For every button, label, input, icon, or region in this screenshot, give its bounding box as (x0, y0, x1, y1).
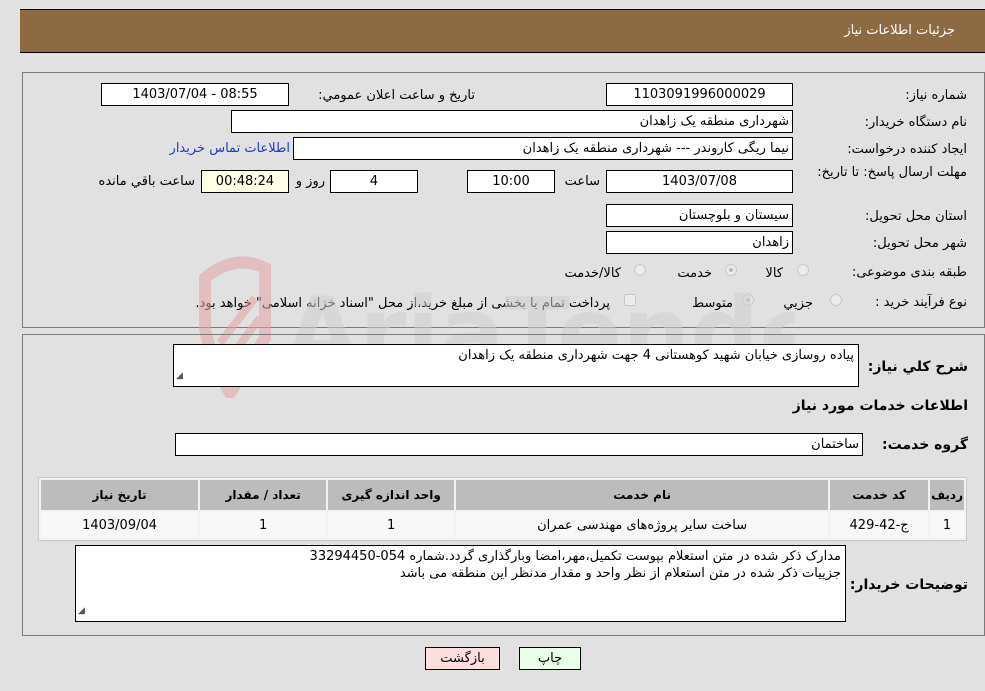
resize-handle-icon[interactable]: ◢ (176, 368, 183, 385)
city-label: شهر محل تحویل: (872, 236, 967, 251)
category-radio-goods-service[interactable] (634, 264, 646, 276)
description-label: شرح کلي نياز: (867, 359, 968, 375)
table-row: 1 ج-42-429 ساخت سایر پروژه‌های مهندسی عم… (41, 512, 964, 538)
category-label: طبقه بندی موضوعی: (851, 265, 967, 280)
services-table: ردیف کد خدمت نام خدمت واحد اندازه گیری ت… (38, 477, 967, 541)
table-header-row: ردیف کد خدمت نام خدمت واحد اندازه گیری ت… (41, 480, 964, 510)
need-number-label: شماره نیاز: (905, 88, 967, 103)
cell-unit: 1 (328, 512, 455, 538)
print-button[interactable]: چاپ (519, 647, 581, 670)
buyer-notes-textarea[interactable]: مدارک ذکر شده در متن استعلام بپوست تکمیل… (75, 545, 846, 622)
category-option-goods: کالا (765, 266, 783, 281)
creator-label: ایجاد کننده درخواست: (847, 142, 967, 157)
buyer-contact-link[interactable]: اطلاعات تماس خریدار (170, 141, 290, 156)
need-number-field: 1103091996000029 (606, 83, 793, 106)
page-header: جزئيات اطلاعات نياز (20, 9, 985, 53)
process-option-minor: جزيي (783, 296, 813, 311)
cell-quantity: 1 (200, 512, 327, 538)
process-label: نوع فرآیند خرید : (875, 295, 967, 310)
back-button[interactable]: بازگشت (425, 647, 500, 670)
service-group-field: ساختمان (175, 433, 863, 456)
cell-service-code: ج-42-429 (830, 512, 929, 538)
deadline-label: مهلت ارسال پاسخ: تا تاریخ: (817, 165, 967, 180)
column-header-quantity: تعداد / مقدار (200, 480, 327, 510)
buyer-notes-label: توضیحات خریدار: (849, 577, 968, 593)
category-option-goods-service: کالا/خدمت (564, 266, 621, 281)
deadline-date-field: 1403/07/08 (606, 170, 793, 193)
remaining-time-field: 00:48:24 (201, 170, 289, 193)
buyer-org-label: نام دستگاه خریدار: (864, 115, 967, 130)
buyer-org-field: شهرداری منطقه یک زاهدان (231, 110, 793, 133)
deadline-time-label: ساعت (564, 174, 600, 189)
process-option-medium: متوسط (692, 296, 733, 311)
buyer-notes-line-2: جزییات ذکر شده در متن استعلام از نظر واح… (399, 566, 841, 581)
announce-field: 1403/07/04 - 08:55 (101, 83, 289, 106)
treasury-note: پرداخت تمام یا بخشی از مبلغ خرید،از محل … (195, 296, 610, 311)
column-header-service-code: کد خدمت (830, 480, 929, 510)
remaining-label: ساعت باقي مانده (98, 174, 195, 189)
resize-handle-icon[interactable]: ◢ (78, 603, 85, 620)
column-header-need-date: تاریخ نیاز (41, 480, 199, 510)
process-radio-medium[interactable] (742, 294, 754, 306)
treasury-checkbox[interactable] (624, 294, 636, 306)
cell-service-name: ساخت سایر پروژه‌های مهندسی عمران (456, 512, 829, 538)
buyer-notes-line-1: مدارک ذکر شده در متن استعلام بپوست تکمیل… (309, 549, 841, 564)
days-label: روز و (295, 174, 325, 189)
days-field: 4 (330, 170, 418, 193)
deadline-time-field: 10:00 (467, 170, 555, 193)
column-header-service-name: نام خدمت (456, 480, 829, 510)
description-textarea[interactable]: پیاده روسازی خیابان شهید کوهستانی 4 جهت … (173, 344, 859, 387)
page-title: جزئيات اطلاعات نياز (844, 23, 955, 38)
service-group-label: گروه خدمت: (882, 437, 968, 453)
cell-row-number: 1 (930, 512, 964, 538)
category-option-service: خدمت (677, 266, 712, 281)
process-radio-minor[interactable] (830, 294, 842, 306)
province-label: استان محل تحویل: (865, 209, 967, 224)
city-field: زاهدان (606, 231, 793, 254)
category-radio-service[interactable] (725, 264, 737, 276)
announce-label: تاريخ و ساعت اعلان عمومي: (318, 88, 475, 103)
description-text: پیاده روسازی خیابان شهید کوهستانی 4 جهت … (458, 348, 854, 363)
province-field: سیستان و بلوچستان (606, 204, 793, 227)
cell-need-date: 1403/09/04 (41, 512, 199, 538)
category-radio-goods[interactable] (797, 264, 809, 276)
column-header-unit: واحد اندازه گیری (328, 480, 455, 510)
services-section-title: اطلاعات خدمات مورد نياز (792, 398, 968, 414)
creator-field: نیما ریگی کاروندر --- شهرداری منطقه یک ز… (293, 137, 793, 160)
column-header-row-number: ردیف (930, 480, 964, 510)
